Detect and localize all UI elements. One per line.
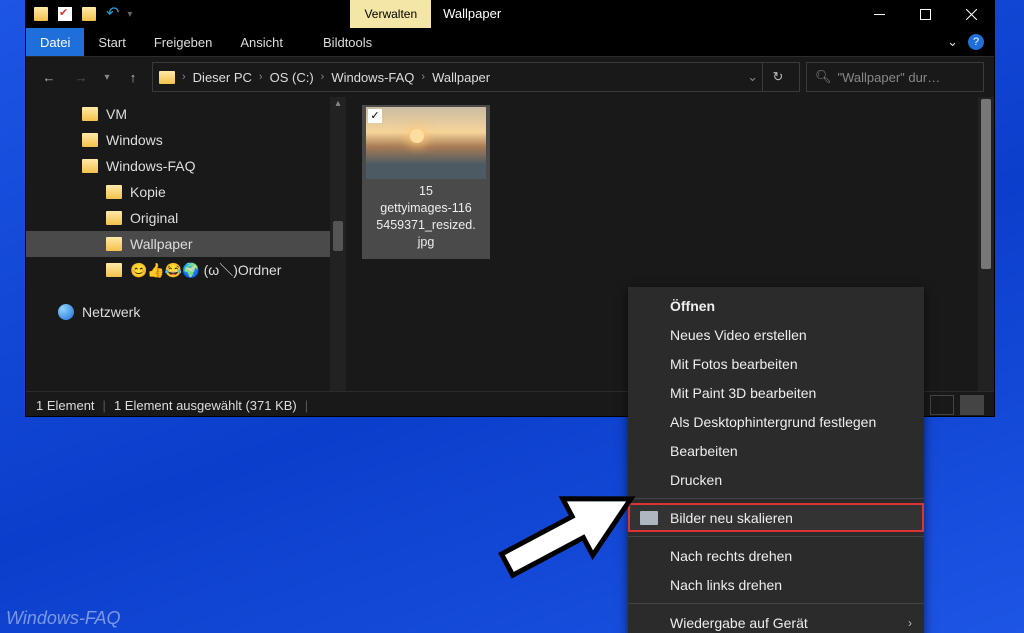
file-thumbnail: ✓ bbox=[366, 107, 486, 179]
address-dropdown-icon[interactable]: ⌄ bbox=[747, 69, 758, 85]
ctx-set-wallpaper[interactable]: Als Desktophintergrund festlegen bbox=[628, 407, 924, 436]
ctx-rotate-right[interactable]: Nach rechts drehen bbox=[628, 541, 924, 570]
breadcrumb-folder2[interactable]: Wallpaper bbox=[432, 70, 490, 85]
tab-view[interactable]: Ansicht bbox=[226, 28, 297, 56]
back-button[interactable]: ← bbox=[36, 64, 62, 90]
breadcrumb-drive[interactable]: OS (C:) bbox=[270, 70, 314, 85]
ctx-new-video[interactable]: Neues Video erstellen bbox=[628, 320, 924, 349]
ctx-open[interactable]: Öffnen bbox=[628, 291, 924, 320]
search-input[interactable]: 🔍︎ "Wallpaper" dur… bbox=[806, 62, 984, 92]
ctx-edit[interactable]: Bearbeiten bbox=[628, 436, 924, 465]
tree-item[interactable]: Kopie bbox=[26, 179, 346, 205]
chevron-right-icon: › bbox=[908, 616, 912, 630]
chevron-right-icon[interactable]: › bbox=[182, 71, 186, 83]
search-icon: 🔍︎ bbox=[815, 69, 832, 85]
titlebar: ↶ ▾ Verwalten Wallpaper bbox=[26, 0, 994, 28]
status-count: 1 Element bbox=[36, 398, 95, 413]
chevron-right-icon[interactable]: › bbox=[421, 71, 425, 83]
refresh-button[interactable]: ↻ bbox=[762, 63, 793, 91]
chevron-right-icon[interactable]: › bbox=[259, 71, 263, 83]
tree-network[interactable]: Netzwerk bbox=[26, 299, 346, 325]
file-label: 15 gettyimages-116 5459371_resized. jpg bbox=[364, 179, 488, 257]
new-folder-icon[interactable] bbox=[82, 7, 96, 21]
tree-item-label: 😊👍😂🌍 (ω＼)Ordner bbox=[130, 260, 281, 280]
watermark: Windows-FAQ bbox=[6, 608, 121, 629]
thumbnails-view-button[interactable] bbox=[960, 395, 984, 415]
properties-icon[interactable] bbox=[58, 7, 72, 21]
up-button[interactable]: ↑ bbox=[120, 64, 146, 90]
forward-button[interactable]: → bbox=[68, 64, 94, 90]
annotation-arrow bbox=[488, 470, 648, 590]
ctx-playback-submenu[interactable]: Wiedergabe auf Gerät › bbox=[628, 608, 924, 633]
tree-item-label: VM bbox=[106, 106, 127, 122]
address-folder-icon bbox=[159, 71, 175, 84]
ctx-resize-images[interactable]: Bilder neu skalieren bbox=[628, 503, 924, 532]
breadcrumb-pc[interactable]: Dieser PC bbox=[193, 70, 252, 85]
address-bar[interactable]: › Dieser PC › OS (C:) › Windows-FAQ › Wa… bbox=[152, 62, 800, 92]
folder-icon bbox=[82, 159, 98, 173]
breadcrumb-folder1[interactable]: Windows-FAQ bbox=[331, 70, 414, 85]
tree-item-label: Wallpaper bbox=[130, 236, 193, 252]
ribbon-collapse-icon[interactable]: ⌄ bbox=[947, 34, 958, 50]
status-selection: 1 Element ausgewählt (371 KB) bbox=[114, 398, 297, 413]
ribbon-tabs: Datei Start Freigeben Ansicht Bildtools … bbox=[26, 28, 994, 57]
contextual-tab-manage[interactable]: Verwalten bbox=[350, 0, 431, 28]
tab-picturetools[interactable]: Bildtools bbox=[309, 28, 386, 56]
resize-icon bbox=[640, 511, 658, 525]
tree-scrollbar[interactable]: ▴ bbox=[330, 97, 346, 391]
undo-icon[interactable]: ↶ bbox=[106, 7, 119, 21]
tree-item-label: Windows bbox=[106, 132, 163, 148]
tree-item[interactable]: Original bbox=[26, 205, 346, 231]
folder-icon bbox=[106, 185, 122, 199]
tab-file[interactable]: Datei bbox=[26, 28, 84, 56]
close-button[interactable] bbox=[948, 0, 994, 28]
quick-access-toolbar: ↶ ▾ bbox=[26, 0, 140, 28]
navigation-bar: ← → ▾ ↑ › Dieser PC › OS (C:) › Windows-… bbox=[26, 57, 994, 97]
folder-icon bbox=[106, 263, 122, 277]
folder-icon bbox=[82, 107, 98, 121]
tree-item-label: Netzwerk bbox=[82, 304, 140, 320]
ctx-paint3d[interactable]: Mit Paint 3D bearbeiten bbox=[628, 378, 924, 407]
tree-item[interactable]: Wallpaper bbox=[26, 231, 346, 257]
content-scrollbar[interactable] bbox=[978, 97, 994, 391]
tree-item[interactable]: 😊👍😂🌍 (ω＼)Ordner bbox=[26, 257, 346, 283]
recent-dropdown-icon[interactable]: ▾ bbox=[100, 64, 114, 90]
chevron-right-icon[interactable]: › bbox=[321, 71, 325, 83]
tab-start[interactable]: Start bbox=[84, 28, 139, 56]
qat-dropdown-icon[interactable]: ▾ bbox=[127, 9, 132, 20]
maximize-button[interactable] bbox=[902, 0, 948, 28]
ctx-rotate-left[interactable]: Nach links drehen bbox=[628, 570, 924, 599]
navigation-tree[interactable]: VM Windows Windows-FAQ Kopie Original Wallpap… bbox=[26, 97, 346, 391]
details-view-button[interactable] bbox=[930, 395, 954, 415]
minimize-button[interactable] bbox=[856, 0, 902, 28]
tree-item-label: Kopie bbox=[130, 184, 166, 200]
tab-share[interactable]: Freigeben bbox=[140, 28, 227, 56]
tree-item-label: Original bbox=[130, 210, 178, 226]
tree-item[interactable]: Windows-FAQ bbox=[26, 153, 346, 179]
network-icon bbox=[58, 304, 74, 320]
tree-item[interactable]: Windows bbox=[26, 127, 346, 153]
file-checkbox[interactable]: ✓ bbox=[368, 109, 382, 123]
folder-icon bbox=[82, 133, 98, 147]
window-title: Wallpaper bbox=[431, 0, 513, 28]
tree-item-label: Windows-FAQ bbox=[106, 158, 195, 174]
folder-icon bbox=[106, 211, 122, 225]
tree-item[interactable]: VM bbox=[26, 101, 346, 127]
ctx-edit-photos[interactable]: Mit Fotos bearbeiten bbox=[628, 349, 924, 378]
help-icon[interactable]: ? bbox=[968, 34, 984, 50]
ctx-print[interactable]: Drucken bbox=[628, 465, 924, 494]
context-menu: Öffnen Neues Video erstellen Mit Fotos b… bbox=[628, 287, 924, 633]
search-placeholder: "Wallpaper" dur… bbox=[838, 70, 941, 85]
folder-icon bbox=[34, 7, 48, 21]
folder-icon bbox=[106, 237, 122, 251]
file-item[interactable]: ✓ 15 gettyimages-116 5459371_resized. jp… bbox=[362, 105, 490, 259]
